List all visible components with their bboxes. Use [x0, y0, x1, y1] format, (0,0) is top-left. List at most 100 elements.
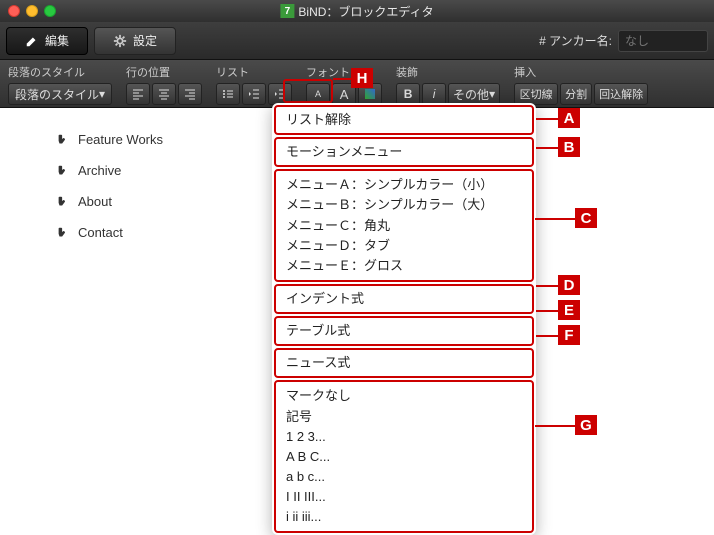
menu-item[interactable]: モーションメニュー	[286, 142, 522, 162]
window-title-text: BiND：ブロックエディタ	[298, 3, 433, 20]
group-insert: 挿入 区切線 分割 回込解除	[514, 64, 648, 105]
menu-item[interactable]: リスト解除	[286, 110, 522, 130]
insert-clearwrap-button[interactable]: 回込解除	[594, 83, 648, 105]
app-icon: 7	[280, 4, 294, 18]
dropdown-group-d: インデント式	[274, 284, 534, 314]
group-list: リスト	[216, 64, 292, 105]
chevron-down-icon: ▾	[99, 87, 105, 101]
callout-label: E	[558, 300, 580, 320]
callout-g: G	[575, 415, 597, 435]
other-label: その他	[453, 86, 489, 103]
menu-item[interactable]: ニュース式	[286, 353, 522, 373]
bold-button[interactable]: B	[396, 83, 420, 105]
align-left-button[interactable]	[126, 83, 150, 105]
callout-d: D	[558, 275, 580, 295]
callout-c: C	[575, 208, 597, 228]
tab-settings[interactable]: 設定	[94, 27, 176, 55]
label-decoration: 装飾	[396, 64, 500, 80]
insert-split-button[interactable]: 分割	[560, 83, 592, 105]
callout-b: B	[558, 137, 580, 157]
anchor-field: # アンカー名:	[539, 30, 708, 52]
list-item-label: Archive	[78, 163, 121, 178]
callout-label: C	[575, 208, 597, 228]
label-list: リスト	[216, 64, 292, 80]
tab-edit-label: 編集	[45, 32, 69, 49]
group-decoration: 装飾 B i その他▾	[396, 64, 500, 105]
list-bullets-button[interactable]	[216, 83, 240, 105]
dropdown-group-c: メニューＡ：シンプルカラー（小） メニューＢ：シンプルカラー（大） メニューＣ：…	[274, 169, 534, 282]
callout-label: D	[558, 275, 580, 295]
callout-a: A	[558, 108, 580, 128]
list-item[interactable]: Feature Works	[50, 128, 169, 151]
callout-label: G	[575, 415, 597, 435]
menu-item[interactable]: メニューＣ：角丸	[286, 216, 522, 236]
align-center-button[interactable]	[152, 83, 176, 105]
insert-separator-button[interactable]: 区切線	[514, 83, 558, 105]
dropdown-group-b: モーションメニュー	[274, 137, 534, 167]
other-decoration-button[interactable]: その他▾	[448, 83, 500, 105]
hand-icon	[56, 226, 70, 240]
align-right-button[interactable]	[178, 83, 202, 105]
callout-label: F	[558, 325, 580, 345]
hand-icon	[56, 164, 70, 178]
gear-icon	[113, 34, 127, 48]
callout-label: H	[351, 68, 373, 88]
group-line-position: 行の位置	[126, 64, 202, 105]
window-controls	[8, 5, 56, 17]
label-paragraph-style: 段落のスタイル	[8, 64, 112, 80]
hand-icon	[56, 133, 70, 147]
titlebar: 7 BiND：ブロックエディタ	[0, 0, 714, 22]
sidebar-list: Feature Works Archive About Contact	[50, 128, 169, 244]
hand-icon	[56, 195, 70, 209]
menu-item[interactable]: A B C...	[286, 447, 522, 467]
menu-item[interactable]: メニューＤ：タブ	[286, 236, 522, 256]
menu-item[interactable]: a b c...	[286, 467, 522, 487]
list-item[interactable]: Archive	[50, 159, 169, 182]
menu-item[interactable]: メニューＥ：グロス	[286, 256, 522, 276]
anchor-label: # アンカー名:	[539, 32, 612, 49]
menu-item[interactable]: I II III...	[286, 487, 522, 507]
list-item-label: Feature Works	[78, 132, 163, 147]
window-title: 7 BiND：ブロックエディタ	[280, 3, 433, 20]
menu-item[interactable]: 1 2 3...	[286, 427, 522, 447]
menu-item[interactable]: インデント式	[286, 289, 522, 309]
paragraph-style-text: 段落のスタイル	[15, 86, 99, 103]
italic-button[interactable]: i	[422, 83, 446, 105]
callout-label: A	[558, 108, 580, 128]
tab-edit[interactable]: 編集	[6, 27, 88, 55]
dropdown-group-g: マークなし 記号 1 2 3... A B C... a b c... I II…	[274, 380, 534, 533]
dropdown-group-a: リスト解除	[274, 105, 534, 135]
main-tab-bar: 編集 設定 # アンカー名:	[0, 22, 714, 60]
chevron-down-icon: ▾	[489, 87, 495, 101]
menu-item[interactable]: マークなし	[286, 386, 522, 406]
label-insert: 挿入	[514, 64, 648, 80]
callout-h: H	[351, 68, 373, 88]
menu-item[interactable]: 記号	[286, 407, 522, 427]
menu-item[interactable]: メニューＡ：シンプルカラー（小）	[286, 175, 522, 195]
close-icon[interactable]	[8, 5, 20, 17]
dropdown-group-e: テーブル式	[274, 316, 534, 346]
paragraph-style-select[interactable]: 段落のスタイル ▾	[8, 83, 112, 105]
list-item[interactable]: About	[50, 190, 169, 213]
callout-label: B	[558, 137, 580, 157]
menu-item[interactable]: テーブル式	[286, 321, 522, 341]
menu-item[interactable]: i ii iii...	[286, 507, 522, 527]
list-outdent-button[interactable]	[242, 83, 266, 105]
callout-f: F	[558, 325, 580, 345]
list-item-label: About	[78, 194, 112, 209]
color-swatch-icon	[365, 89, 375, 99]
list-item[interactable]: Contact	[50, 221, 169, 244]
list-dropdown-menu: リスト解除 モーションメニュー メニューＡ：シンプルカラー（小） メニューＢ：シ…	[272, 103, 536, 535]
anchor-input[interactable]	[618, 30, 708, 52]
zoom-icon[interactable]	[44, 5, 56, 17]
callout-e: E	[558, 300, 580, 320]
list-item-label: Contact	[78, 225, 123, 240]
minimize-icon[interactable]	[26, 5, 38, 17]
label-line-position: 行の位置	[126, 64, 202, 80]
dropdown-group-f: ニュース式	[274, 348, 534, 378]
menu-item[interactable]: メニューＢ：シンプルカラー（大）	[286, 195, 522, 215]
pencil-icon	[25, 34, 39, 48]
tab-settings-label: 設定	[133, 32, 157, 49]
group-paragraph-style: 段落のスタイル 段落のスタイル ▾	[8, 64, 112, 105]
highlight-h	[283, 79, 333, 103]
